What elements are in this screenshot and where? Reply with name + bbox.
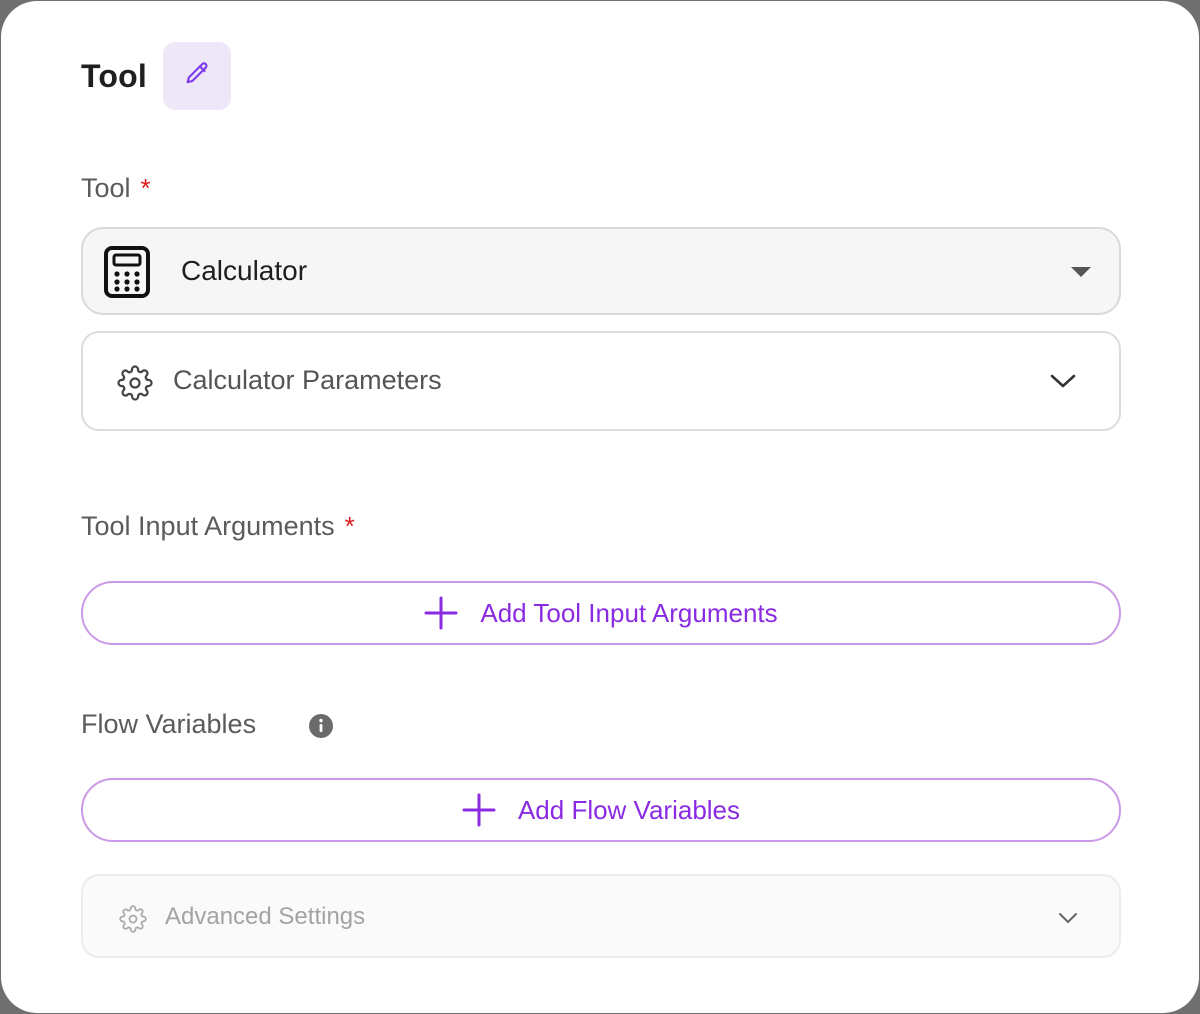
tool-field-label: Tool xyxy=(81,173,131,203)
calculator-parameters-accordion[interactable]: Calculator Parameters xyxy=(81,331,1121,431)
tool-config-panel: Tool Tool * Calculator Calculator Parame… xyxy=(1,1,1199,1013)
advanced-settings-label: Advanced Settings xyxy=(165,903,366,930)
add-flow-variables-label: Add Flow Variables xyxy=(517,794,741,825)
tool-input-arguments-label-row: Tool Input Arguments * xyxy=(81,511,355,542)
add-tool-input-arguments-button[interactable]: Add Tool Input Arguments xyxy=(81,581,1121,645)
add-tool-input-arguments-label: Add Tool Input Arguments xyxy=(480,597,778,628)
tool-input-arguments-label: Tool Input Arguments xyxy=(81,511,335,541)
plus-icon xyxy=(424,596,458,630)
dropdown-caret-icon[interactable] xyxy=(1071,267,1091,277)
gear-icon xyxy=(119,905,147,938)
chevron-down-icon xyxy=(1049,371,1077,396)
panel-title: Tool xyxy=(81,57,147,94)
add-flow-variables-button[interactable]: Add Flow Variables xyxy=(81,778,1121,842)
calculator-icon xyxy=(103,245,151,304)
edit-title-button[interactable] xyxy=(163,42,231,110)
gear-icon xyxy=(117,365,153,406)
panel-header: Tool xyxy=(81,42,231,110)
chevron-down-icon xyxy=(1057,910,1079,931)
plus-icon xyxy=(462,793,496,827)
tool-select[interactable]: Calculator xyxy=(81,227,1121,315)
flow-variables-label: Flow Variables xyxy=(81,709,257,739)
calculator-parameters-label: Calculator Parameters xyxy=(173,365,442,395)
tool-select-value: Calculator xyxy=(181,255,308,286)
required-mark: * xyxy=(344,511,355,541)
advanced-settings-accordion[interactable]: Advanced Settings xyxy=(81,874,1121,958)
pencil-icon xyxy=(183,60,211,93)
flow-variables-label-row: Flow Variables xyxy=(81,709,256,740)
info-icon[interactable] xyxy=(308,713,334,744)
required-mark: * xyxy=(140,173,151,203)
tool-field-label-row: Tool * xyxy=(81,173,151,204)
